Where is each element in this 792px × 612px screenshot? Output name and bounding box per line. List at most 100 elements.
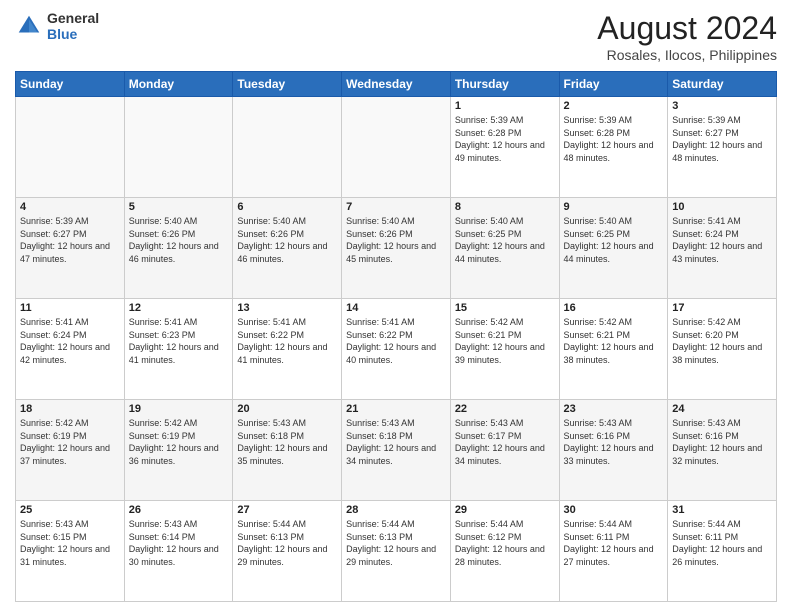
calendar-cell [233,97,342,198]
day-info: Sunrise: 5:41 AM Sunset: 6:23 PM Dayligh… [129,316,229,366]
calendar-row: 1 Sunrise: 5:39 AM Sunset: 6:28 PM Daylig… [16,97,777,198]
day-number: 7 [346,201,446,213]
weekday-header: Monday [124,72,233,97]
calendar-cell: 18Sunrise: 5:42 AM Sunset: 6:19 PM Dayli… [16,400,125,501]
day-number: 30 [564,504,664,516]
title-block: August 2024 Rosales, Ilocos, Philippines [597,10,777,63]
day-number: 18 [20,403,120,415]
day-info: Sunrise: 5:43 AM Sunset: 6:16 PM Dayligh… [564,417,664,467]
day-number: 4 [20,201,120,213]
calendar-cell: 10Sunrise: 5:41 AM Sunset: 6:24 PM Dayli… [668,198,777,299]
calendar-cell: 2 Sunrise: 5:39 AM Sunset: 6:28 PM Daylig… [559,97,668,198]
weekday-header: Friday [559,72,668,97]
calendar: SundayMondayTuesdayWednesdayThursdayFrid… [15,71,777,602]
calendar-cell: 6Sunrise: 5:40 AM Sunset: 6:26 PM Daylig… [233,198,342,299]
calendar-cell: 13 Sunrise: 5:41 AM Sunset: 6:22 PM Dayli… [233,299,342,400]
day-info: Sunrise: 5:41 AM Sunset: 6:22 PM Dayligh… [346,316,446,366]
calendar-cell: 31 Sunrise: 5:44 AM Sunset: 6:11 PM Dayli… [668,501,777,602]
day-info: Sunrise: 5:39 AM Sunset: 6:28 PM Dayligh… [455,114,555,164]
day-number: 31 [672,504,772,516]
day-number: 3 [672,100,772,112]
day-number: 15 [455,302,555,314]
calendar-cell [342,97,451,198]
calendar-cell: 29 Sunrise: 5:44 AM Sunset: 6:12 PM Dayli… [450,501,559,602]
calendar-cell: 20Sunrise: 5:43 AM Sunset: 6:18 PM Dayli… [233,400,342,501]
day-number: 5 [129,201,229,213]
day-info: Sunrise: 5:43 AM Sunset: 6:15 PM Dayligh… [20,518,120,568]
day-info: Sunrise: 5:40 AM Sunset: 6:26 PM Dayligh… [237,215,337,265]
calendar-cell: 11 Sunrise: 5:41 AM Sunset: 6:24 PM Dayli… [16,299,125,400]
day-number: 26 [129,504,229,516]
page: General Blue August 2024 Rosales, Ilocos… [0,0,792,612]
calendar-cell: 30 Sunrise: 5:44 AM Sunset: 6:11 PM Dayli… [559,501,668,602]
calendar-cell: 23Sunrise: 5:43 AM Sunset: 6:16 PM Dayli… [559,400,668,501]
day-number: 8 [455,201,555,213]
month-year: August 2024 [597,10,777,47]
calendar-cell [16,97,125,198]
calendar-cell: 4 Sunrise: 5:39 AM Sunset: 6:27 PM Daylig… [16,198,125,299]
day-info: Sunrise: 5:39 AM Sunset: 6:27 PM Dayligh… [672,114,772,164]
logo-text: General Blue [47,10,99,42]
calendar-cell: 15 Sunrise: 5:42 AM Sunset: 6:21 PM Dayli… [450,299,559,400]
weekday-header-row: SundayMondayTuesdayWednesdayThursdayFrid… [16,72,777,97]
logo: General Blue [15,10,99,42]
calendar-cell: 5 Sunrise: 5:40 AM Sunset: 6:26 PM Daylig… [124,198,233,299]
day-info: Sunrise: 5:41 AM Sunset: 6:24 PM Dayligh… [20,316,120,366]
day-number: 27 [237,504,337,516]
weekday-header: Sunday [16,72,125,97]
day-number: 11 [20,302,120,314]
logo-blue: Blue [47,26,99,42]
logo-general: General [47,10,99,26]
day-number: 21 [346,403,446,415]
calendar-cell: 25 Sunrise: 5:43 AM Sunset: 6:15 PM Dayli… [16,501,125,602]
day-info: Sunrise: 5:43 AM Sunset: 6:17 PM Dayligh… [455,417,555,467]
calendar-cell: 22 Sunrise: 5:43 AM Sunset: 6:17 PM Dayli… [450,400,559,501]
calendar-cell: 8Sunrise: 5:40 AM Sunset: 6:25 PM Daylig… [450,198,559,299]
day-number: 1 [455,100,555,112]
day-info: Sunrise: 5:40 AM Sunset: 6:26 PM Dayligh… [129,215,229,265]
calendar-row: 18Sunrise: 5:42 AM Sunset: 6:19 PM Dayli… [16,400,777,501]
calendar-cell: 27Sunrise: 5:44 AM Sunset: 6:13 PM Dayli… [233,501,342,602]
day-info: Sunrise: 5:42 AM Sunset: 6:20 PM Dayligh… [672,316,772,366]
weekday-header: Saturday [668,72,777,97]
calendar-cell: 14Sunrise: 5:41 AM Sunset: 6:22 PM Dayli… [342,299,451,400]
day-number: 13 [237,302,337,314]
calendar-cell: 12 Sunrise: 5:41 AM Sunset: 6:23 PM Dayli… [124,299,233,400]
day-number: 22 [455,403,555,415]
day-number: 25 [20,504,120,516]
day-number: 12 [129,302,229,314]
calendar-cell: 9Sunrise: 5:40 AM Sunset: 6:25 PM Daylig… [559,198,668,299]
day-info: Sunrise: 5:43 AM Sunset: 6:18 PM Dayligh… [237,417,337,467]
calendar-cell: 19Sunrise: 5:42 AM Sunset: 6:19 PM Dayli… [124,400,233,501]
weekday-header: Tuesday [233,72,342,97]
calendar-cell: 1 Sunrise: 5:39 AM Sunset: 6:28 PM Daylig… [450,97,559,198]
day-info: Sunrise: 5:44 AM Sunset: 6:13 PM Dayligh… [346,518,446,568]
day-number: 2 [564,100,664,112]
weekday-header: Wednesday [342,72,451,97]
calendar-row: 11 Sunrise: 5:41 AM Sunset: 6:24 PM Dayli… [16,299,777,400]
day-number: 19 [129,403,229,415]
day-number: 24 [672,403,772,415]
day-info: Sunrise: 5:43 AM Sunset: 6:18 PM Dayligh… [346,417,446,467]
calendar-cell: 28Sunrise: 5:44 AM Sunset: 6:13 PM Dayli… [342,501,451,602]
weekday-header: Thursday [450,72,559,97]
day-info: Sunrise: 5:40 AM Sunset: 6:26 PM Dayligh… [346,215,446,265]
calendar-cell: 21 Sunrise: 5:43 AM Sunset: 6:18 PM Dayli… [342,400,451,501]
day-info: Sunrise: 5:42 AM Sunset: 6:21 PM Dayligh… [455,316,555,366]
day-info: Sunrise: 5:44 AM Sunset: 6:11 PM Dayligh… [564,518,664,568]
calendar-cell: 16Sunrise: 5:42 AM Sunset: 6:21 PM Dayli… [559,299,668,400]
location: Rosales, Ilocos, Philippines [597,47,777,63]
day-info: Sunrise: 5:39 AM Sunset: 6:28 PM Dayligh… [564,114,664,164]
calendar-cell: 17Sunrise: 5:42 AM Sunset: 6:20 PM Dayli… [668,299,777,400]
day-info: Sunrise: 5:43 AM Sunset: 6:16 PM Dayligh… [672,417,772,467]
calendar-row: 25 Sunrise: 5:43 AM Sunset: 6:15 PM Dayli… [16,501,777,602]
calendar-cell [124,97,233,198]
day-info: Sunrise: 5:44 AM Sunset: 6:11 PM Dayligh… [672,518,772,568]
day-info: Sunrise: 5:43 AM Sunset: 6:14 PM Dayligh… [129,518,229,568]
day-number: 29 [455,504,555,516]
header: General Blue August 2024 Rosales, Ilocos… [15,10,777,63]
day-info: Sunrise: 5:44 AM Sunset: 6:12 PM Dayligh… [455,518,555,568]
day-info: Sunrise: 5:41 AM Sunset: 6:22 PM Dayligh… [237,316,337,366]
calendar-cell: 26 Sunrise: 5:43 AM Sunset: 6:14 PM Dayli… [124,501,233,602]
day-info: Sunrise: 5:39 AM Sunset: 6:27 PM Dayligh… [20,215,120,265]
